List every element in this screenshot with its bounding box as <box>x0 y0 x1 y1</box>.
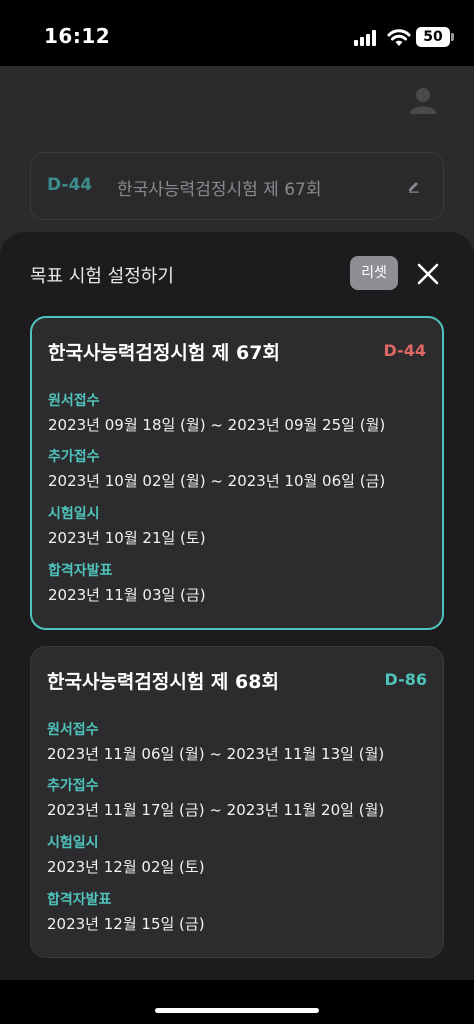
exam-title: 한국사능력검정시험 제 68회 <box>47 671 279 693</box>
status-bar: 16:12 50 <box>0 0 474 66</box>
goal-title: 한국사능력검정시험 제 67회 <box>117 180 322 200</box>
additional-application-label: 추가접수 <box>48 449 100 465</box>
reset-button[interactable]: 리셋 <box>350 256 398 290</box>
exam-date-value: 2023년 12월 02일 (토) <box>47 858 205 876</box>
exam-date-label: 시험일시 <box>47 835 99 851</box>
application-label: 원서접수 <box>48 393 100 409</box>
additional-application-label: 추가접수 <box>47 778 99 794</box>
additional-application-value: 2023년 11월 17일 (금) ~ 2023년 11월 20일 (월) <box>47 801 385 819</box>
application-label: 원서접수 <box>47 722 99 738</box>
exam-date-label: 시험일시 <box>48 506 100 522</box>
goal-dday: D-44 <box>47 175 93 195</box>
application-value: 2023년 11월 06일 (월) ~ 2023년 11월 13일 (월) <box>47 745 385 763</box>
exam-date-value: 2023년 10월 21일 (토) <box>48 529 206 547</box>
result-announcement-value: 2023년 11월 03일 (금) <box>48 586 206 604</box>
battery-nub <box>451 33 454 41</box>
exam-dday: D-86 <box>384 670 427 689</box>
exam-card-67[interactable]: 한국사능력검정시험 제 67회 D-44 원서접수 2023년 09월 18일 … <box>30 316 444 630</box>
close-icon[interactable] <box>416 262 440 286</box>
result-announcement-value: 2023년 12월 15일 (금) <box>47 915 205 933</box>
sheet-title: 목표 시험 설정하기 <box>30 266 174 287</box>
application-value: 2023년 09월 18일 (월) ~ 2023년 09월 25일 (월) <box>48 416 386 434</box>
status-time: 16:12 <box>44 24 111 48</box>
battery-icon: 50 <box>416 27 450 47</box>
exam-card-68[interactable]: 한국사능력검정시험 제 68회 D-86 원서접수 2023년 11월 06일 … <box>30 646 444 958</box>
result-announcement-label: 합격자발표 <box>47 892 112 908</box>
cellular-signal-icon <box>354 30 380 46</box>
person-icon[interactable] <box>408 86 438 116</box>
exam-title: 한국사능력검정시험 제 67회 <box>48 342 280 364</box>
home-indicator[interactable] <box>155 1008 319 1013</box>
pencil-icon[interactable] <box>407 179 421 193</box>
additional-application-value: 2023년 10월 02일 (월) ~ 2023년 10월 06일 (금) <box>48 472 386 490</box>
current-goal-bar[interactable]: D-44 한국사능력검정시험 제 67회 <box>30 152 444 220</box>
result-announcement-label: 합격자발표 <box>48 563 113 579</box>
home-indicator-area <box>0 980 474 1024</box>
wifi-icon <box>387 29 411 46</box>
exam-dday: D-44 <box>383 341 426 360</box>
